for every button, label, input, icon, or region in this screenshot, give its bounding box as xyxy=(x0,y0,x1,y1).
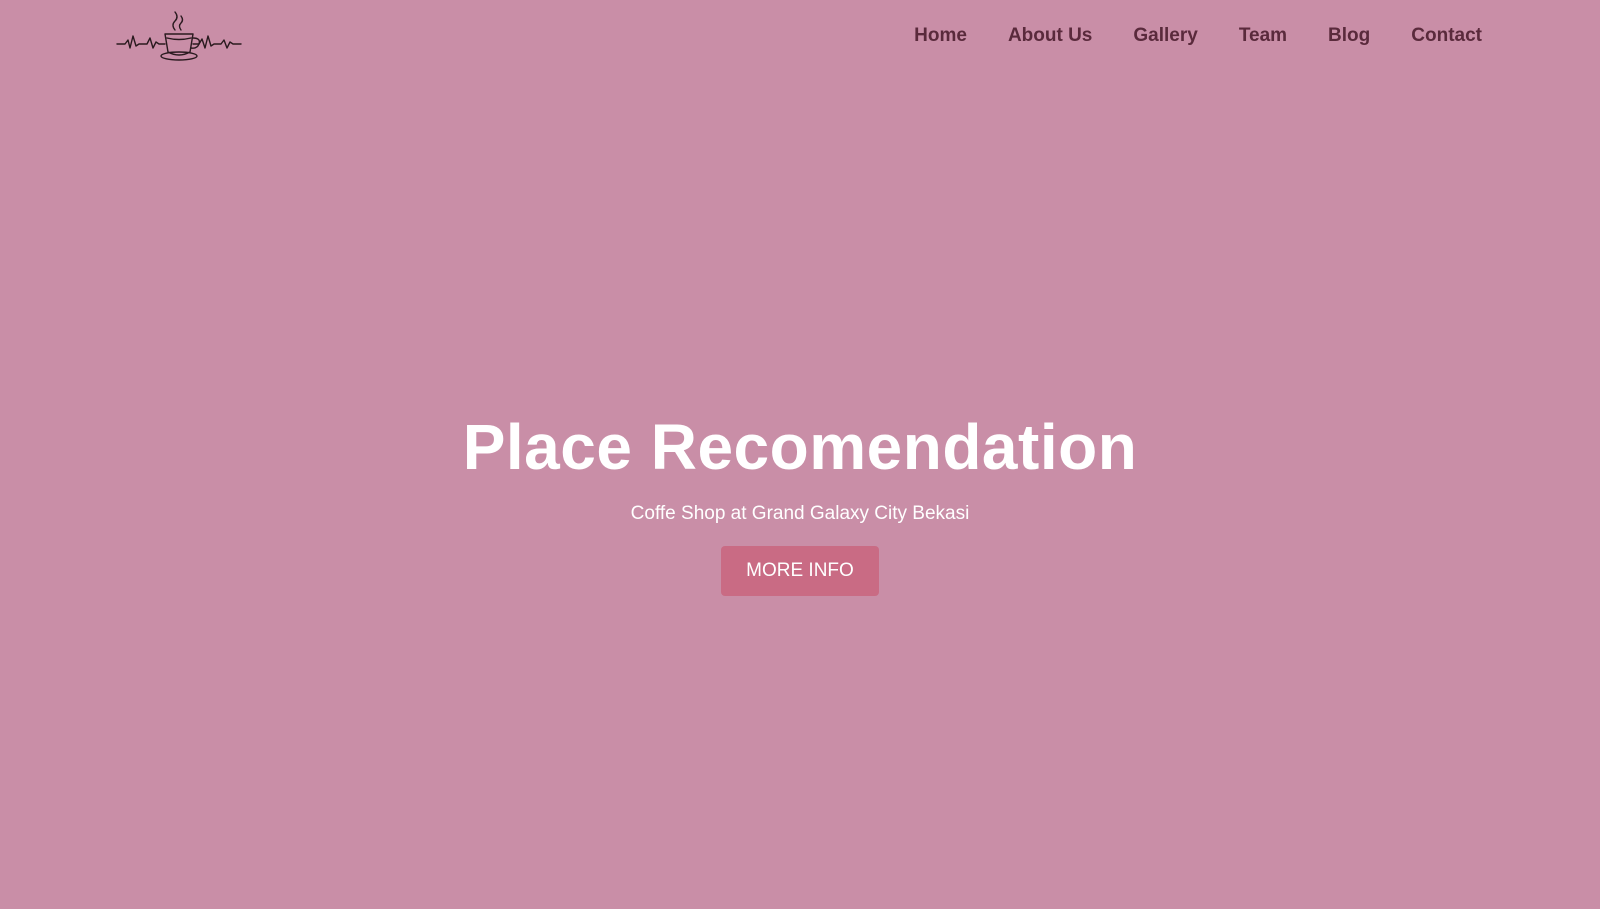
nav-link-about-us[interactable]: About Us xyxy=(1008,25,1092,46)
more-info-button[interactable]: MORE INFO xyxy=(721,546,879,596)
nav-menu: Home About Us Gallery Team Blog Contact xyxy=(873,25,1482,47)
nav-item-gallery: Gallery xyxy=(1133,25,1197,47)
nav-item-about-us: About Us xyxy=(1008,25,1092,47)
nav-item-team: Team xyxy=(1239,25,1287,47)
nav-link-home[interactable]: Home xyxy=(914,25,967,46)
hero-section: Place Recomendation Coffe Shop at Grand … xyxy=(0,410,1600,596)
hero-subtitle: Coffe Shop at Grand Galaxy City Bekasi xyxy=(630,503,970,524)
nav-link-blog[interactable]: Blog xyxy=(1328,25,1370,46)
nav-link-gallery[interactable]: Gallery xyxy=(1133,25,1197,46)
nav-item-contact: Contact xyxy=(1411,25,1482,47)
hero-title: Place Recomendation xyxy=(462,411,1138,483)
site-logo[interactable] xyxy=(115,8,243,64)
nav-link-team[interactable]: Team xyxy=(1239,25,1287,46)
nav-link-contact[interactable]: Contact xyxy=(1411,25,1482,46)
nav-item-home: Home xyxy=(914,25,967,47)
navbar: Home About Us Gallery Team Blog Contact xyxy=(0,0,1600,76)
nav-item-blog: Blog xyxy=(1328,25,1370,47)
coffee-cup-heartbeat-icon xyxy=(116,11,242,61)
